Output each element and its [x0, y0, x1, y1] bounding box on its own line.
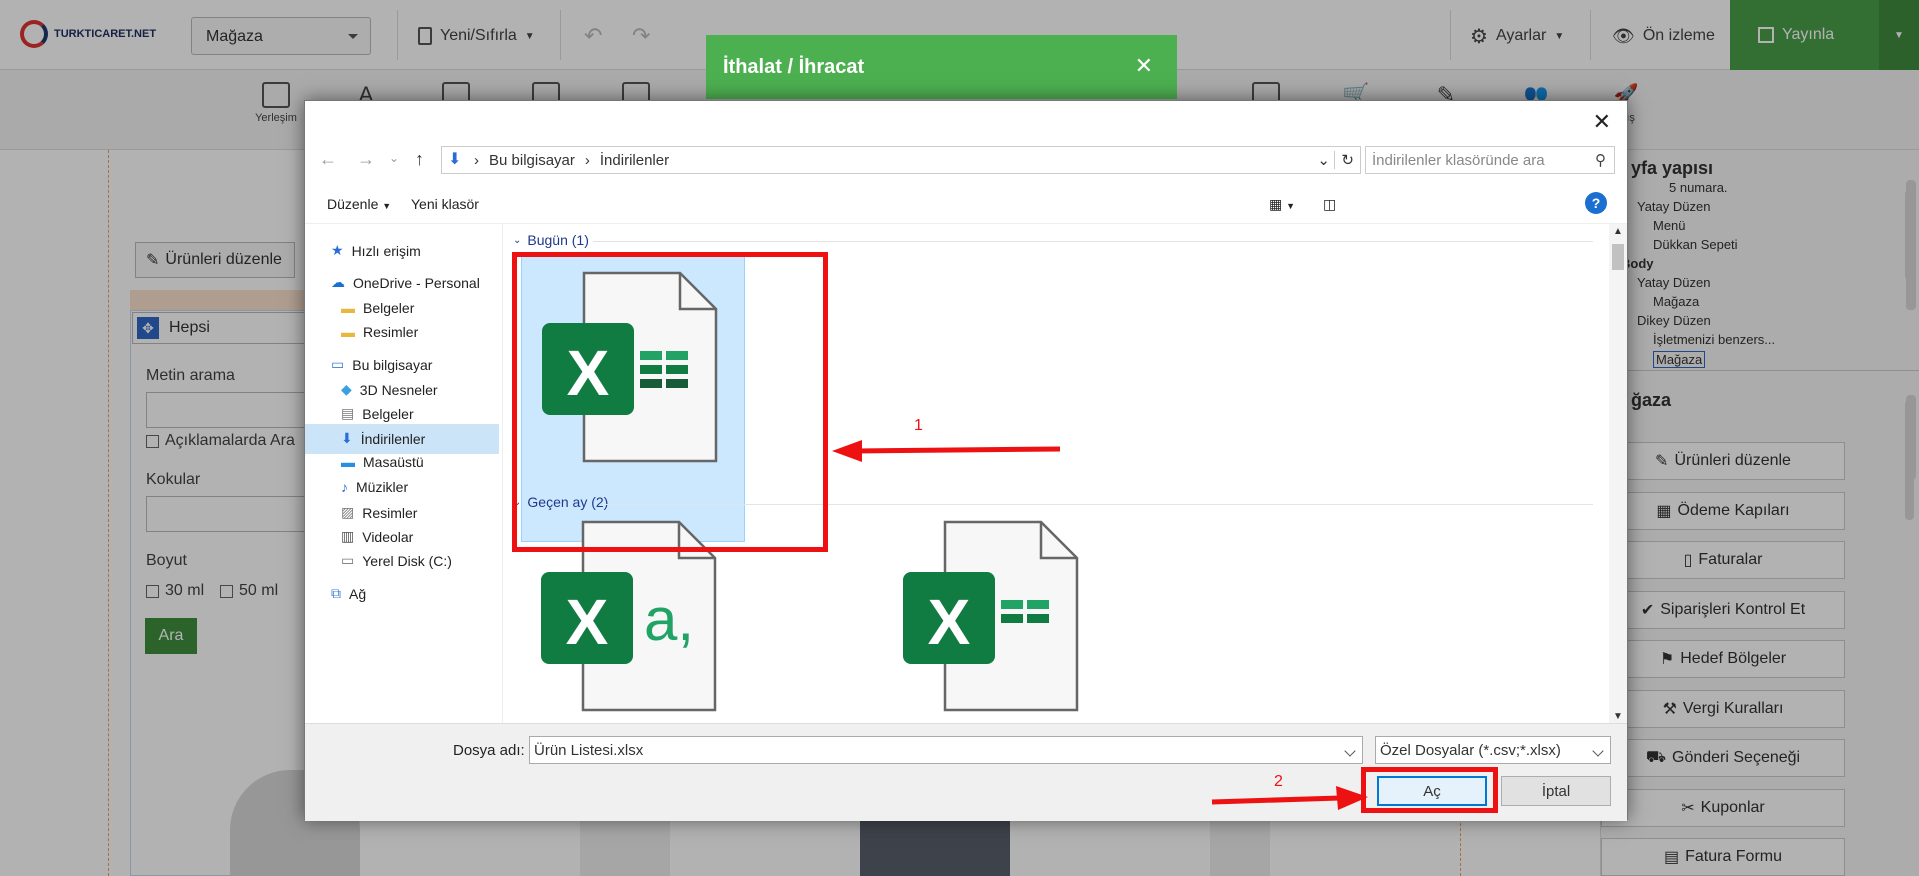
command-bar: Düzenle ▼ Yeni klasör ▦ ▼ ◫ ? — [305, 186, 1627, 224]
network-icon: ⧉ — [331, 585, 341, 601]
svg-text:X: X — [928, 586, 971, 658]
chevron-down-icon: ⌄ — [513, 234, 522, 246]
picture-icon: ▨ — [341, 504, 355, 520]
new-folder-button[interactable]: Yeni klasör — [411, 196, 479, 212]
search-icon: ⚲ — [1595, 152, 1606, 169]
preview-pane-icon[interactable]: ◫ — [1323, 196, 1336, 213]
file-list-scrollbar[interactable]: ▲ ▼ — [1609, 224, 1627, 724]
help-icon[interactable]: ? — [1585, 192, 1607, 214]
nav-item[interactable]: ▭ Yerel Disk (C:) — [341, 552, 452, 569]
folder-search-input[interactable]: İndirilenler klasöründe ara ⚲ — [1365, 146, 1615, 174]
nav-item[interactable]: ▤ Belgeler — [341, 405, 414, 422]
nav-item[interactable]: ▭ Bu bilgisayar — [331, 356, 432, 373]
annotation-arrow-1 — [832, 440, 1061, 462]
nav-item[interactable]: ▥ Videolar — [341, 528, 413, 545]
document-icon: ▤ — [341, 405, 355, 421]
chevron-down-icon — [1592, 745, 1604, 757]
nav-item[interactable]: ♪ Müzikler — [341, 479, 408, 495]
modal-title: İthalat / İhracat — [723, 55, 865, 78]
nav-item[interactable]: ★ Hızlı erişim — [331, 242, 421, 259]
music-icon: ♪ — [341, 479, 348, 495]
filename-label: Dosya adı: — [453, 742, 525, 759]
chevron-down-icon[interactable] — [1344, 745, 1356, 757]
filename-input[interactable]: Ürün Listesi.xlsx — [529, 736, 1363, 764]
video-icon: ▥ — [341, 528, 355, 544]
nav-item[interactable]: ▬ Resimler — [341, 324, 418, 340]
download-icon: ⬇ — [448, 151, 462, 168]
address-bar[interactable]: ⬇ › Bu bilgisayar › İndirilenler ⌄ ↻ — [441, 146, 1361, 174]
folder-icon: ▬ — [341, 324, 355, 340]
filetype-select[interactable]: Özel Dosyalar (*.csv;*.xlsx) — [1375, 736, 1611, 764]
annotation-arrow-2 — [1211, 786, 1368, 810]
breadcrumb-downloads[interactable]: İndirilenler — [600, 152, 669, 169]
scroll-down-icon[interactable]: ▼ — [1613, 711, 1623, 722]
chevron-right-icon: › — [584, 151, 590, 169]
refresh-icon[interactable]: ↻ — [1334, 151, 1354, 169]
nav-item[interactable]: ▨ Resimler — [341, 504, 417, 521]
back-arrow-icon[interactable]: ← — [319, 149, 337, 170]
annotation-box-open — [1361, 767, 1498, 813]
computer-icon: ▭ — [331, 356, 345, 372]
nav-item[interactable]: ▬ Masaüstü — [341, 454, 424, 470]
nav-item[interactable]: ⧉ Ağ — [331, 585, 366, 602]
group-today[interactable]: ⌄ Bugün (1) — [513, 232, 589, 248]
import-export-modal-header: İthalat / İhracat ✕ — [706, 35, 1177, 99]
organize-button[interactable]: Düzenle ▼ — [327, 196, 391, 212]
desktop-icon: ▬ — [341, 454, 355, 470]
annotation-number-1: 1 — [914, 417, 923, 434]
cube-icon: ◆ — [341, 381, 352, 397]
nav-item[interactable]: ☁ OneDrive - Personal — [331, 274, 480, 291]
excel-file-icon: X — [903, 520, 1079, 712]
group-divider — [593, 241, 1593, 242]
chevron-right-icon: › — [474, 151, 479, 169]
scroll-thumb[interactable] — [1612, 244, 1624, 270]
nav-item[interactable]: ◆ 3D Nesneler — [341, 381, 438, 398]
cancel-button[interactable]: İptal — [1501, 776, 1611, 806]
annotation-box-file — [512, 252, 828, 552]
download-icon: ⬇ — [341, 430, 353, 446]
nav-item[interactable]: ⬇ İndirilenler — [341, 430, 425, 447]
up-arrow-icon[interactable]: ↑ — [415, 149, 424, 170]
scroll-up-icon[interactable]: ▲ — [1613, 226, 1623, 237]
svg-text:X: X — [566, 586, 609, 658]
recent-dropdown-icon[interactable]: ⌄ — [389, 151, 399, 165]
forward-arrow-icon[interactable]: → — [357, 149, 375, 170]
close-icon[interactable]: ✕ — [1135, 53, 1153, 79]
cloud-icon: ☁ — [331, 274, 345, 290]
caret-down-icon: ▼ — [382, 201, 392, 211]
file-tile[interactable]: X — [901, 514, 1125, 724]
breadcrumb-this-pc[interactable]: Bu bilgisayar — [489, 152, 575, 169]
folder-icon: ▬ — [341, 300, 355, 316]
svg-text:a,: a, — [644, 586, 694, 653]
view-options-icon[interactable]: ▦ ▼ — [1269, 196, 1295, 213]
disk-icon: ▭ — [341, 552, 355, 568]
nav-item[interactable]: ▬ Belgeler — [341, 300, 414, 316]
close-icon[interactable]: ✕ — [1593, 109, 1611, 135]
chevron-down-icon[interactable]: ⌄ — [1317, 151, 1330, 169]
navigation-pane: ★ Hızlı erişim ☁ OneDrive - Personal ▬ Belgel… — [305, 224, 503, 724]
star-icon: ★ — [331, 242, 344, 258]
